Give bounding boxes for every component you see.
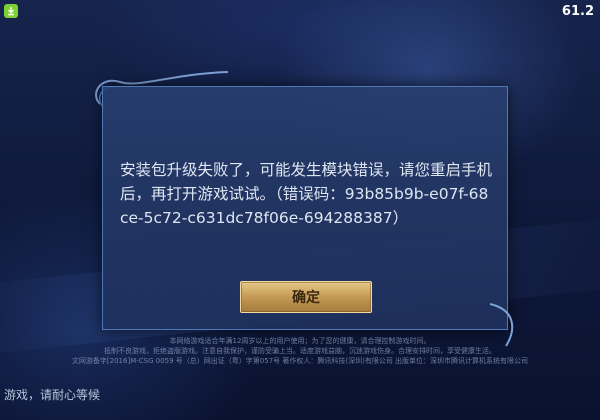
- confirm-button[interactable]: 确定: [240, 281, 372, 313]
- loading-status-text: 游戏，请耐心等候: [4, 388, 101, 402]
- legal-notice: 本网络游戏适合年满12周岁以上的用户使用；为了您的健康，请合理控制游戏时间。 抵…: [0, 336, 600, 366]
- legal-line: 文网游备字[2016]M-CSG 0059 号（总）网出证（粤）字第057号 著…: [71, 357, 529, 365]
- notification-app-icon: [4, 4, 18, 18]
- legal-line: 抵制不良游戏，拒绝盗版游戏。注意自我保护，谨防受骗上当。适度游戏益脑，沉迷游戏伤…: [104, 347, 496, 355]
- status-time: 61.2: [561, 4, 594, 19]
- legal-line: 本网络游戏适合年满12周岁以上的用户使用；为了您的健康，请合理控制游戏时间。: [169, 337, 431, 345]
- error-message: 安装包升级失败了，可能发生模块错误，请您重启手机后，再打开游戏试试。（错误码：9…: [120, 161, 493, 227]
